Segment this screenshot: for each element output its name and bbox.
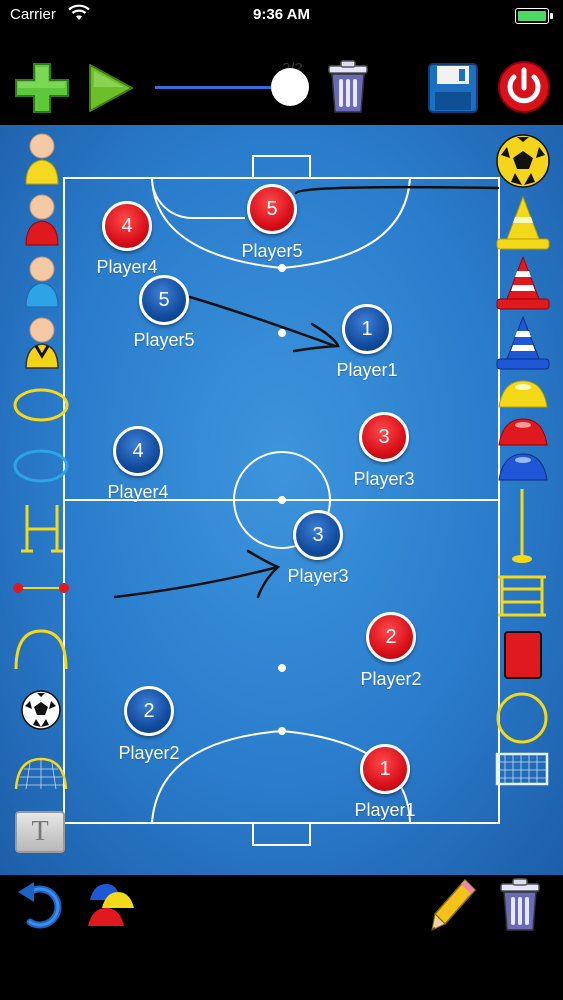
blue-ring-icon[interactable] bbox=[12, 448, 70, 484]
ball-icon[interactable] bbox=[20, 689, 62, 731]
player-label: Player3 bbox=[287, 566, 349, 586]
player-token[interactable]: 5 bbox=[247, 184, 297, 234]
timeline-slider-track[interactable] bbox=[155, 86, 290, 89]
status-bar: Carrier 9:36 AM bbox=[0, 0, 563, 30]
yellow-disc-icon[interactable] bbox=[495, 377, 551, 411]
player-token[interactable]: 5 bbox=[139, 275, 189, 325]
text-tool-button[interactable]: T bbox=[15, 811, 65, 853]
blue-player-icon[interactable] bbox=[23, 255, 61, 311]
player-label: Player1 bbox=[336, 360, 398, 380]
undo-icon[interactable] bbox=[16, 878, 68, 932]
player-label: Player2 bbox=[118, 743, 180, 763]
save-icon[interactable] bbox=[427, 62, 479, 114]
power-icon[interactable] bbox=[497, 60, 551, 114]
battery-icon bbox=[515, 8, 553, 24]
player-label: Player2 bbox=[360, 669, 422, 689]
player-token[interactable]: 3 bbox=[359, 412, 409, 462]
player-token[interactable]: 1 bbox=[360, 744, 410, 794]
add-icon[interactable] bbox=[14, 62, 70, 114]
player-token[interactable]: 2 bbox=[366, 612, 416, 662]
delete-drawing-icon[interactable] bbox=[497, 878, 543, 932]
play-icon[interactable] bbox=[86, 62, 136, 114]
player-token[interactable]: 3 bbox=[293, 510, 343, 560]
player-token[interactable]: 1 bbox=[342, 304, 392, 354]
soccer-ball-icon[interactable] bbox=[495, 133, 551, 189]
ladder-icon[interactable] bbox=[496, 573, 548, 619]
goal-icon[interactable] bbox=[494, 751, 550, 787]
yellow-hoop-icon[interactable] bbox=[494, 690, 550, 746]
yellow-player-icon[interactable] bbox=[23, 132, 61, 188]
player-label: Player3 bbox=[353, 469, 415, 489]
referee-icon[interactable] bbox=[23, 316, 61, 372]
tactics-board[interactable]: 5 Player5 4 Player4 5 Player5 1 Player1 … bbox=[0, 125, 563, 875]
red-player-icon[interactable] bbox=[23, 193, 61, 249]
player-label: Player4 bbox=[107, 482, 169, 502]
player-label: Player1 bbox=[354, 800, 416, 820]
player-label: Player5 bbox=[133, 330, 195, 350]
clock: 9:36 AM bbox=[253, 6, 310, 23]
rope-icon[interactable] bbox=[10, 578, 72, 598]
cones-layer-icon[interactable] bbox=[84, 880, 138, 930]
red-cone-icon[interactable] bbox=[495, 255, 551, 311]
red-mat-icon[interactable] bbox=[503, 630, 543, 680]
player-token[interactable]: 4 bbox=[102, 201, 152, 251]
blue-disc-icon[interactable] bbox=[495, 450, 551, 484]
goal-net-icon[interactable] bbox=[12, 755, 70, 791]
pencil-icon[interactable] bbox=[429, 876, 479, 934]
pole-icon[interactable] bbox=[508, 487, 536, 565]
player-token[interactable]: 4 bbox=[113, 426, 163, 476]
trash-icon[interactable] bbox=[325, 60, 371, 114]
blue-cone-icon[interactable] bbox=[495, 315, 551, 371]
yellow-ring-icon[interactable] bbox=[12, 387, 70, 423]
yellow-cone-icon[interactable] bbox=[495, 195, 551, 251]
hurdle-icon[interactable] bbox=[17, 501, 67, 557]
player-label: Player5 bbox=[241, 241, 303, 261]
player-token[interactable]: 2 bbox=[124, 686, 174, 736]
arc-icon[interactable] bbox=[12, 627, 70, 671]
red-disc-icon[interactable] bbox=[495, 415, 551, 449]
timeline-slider-knob[interactable] bbox=[271, 68, 309, 106]
